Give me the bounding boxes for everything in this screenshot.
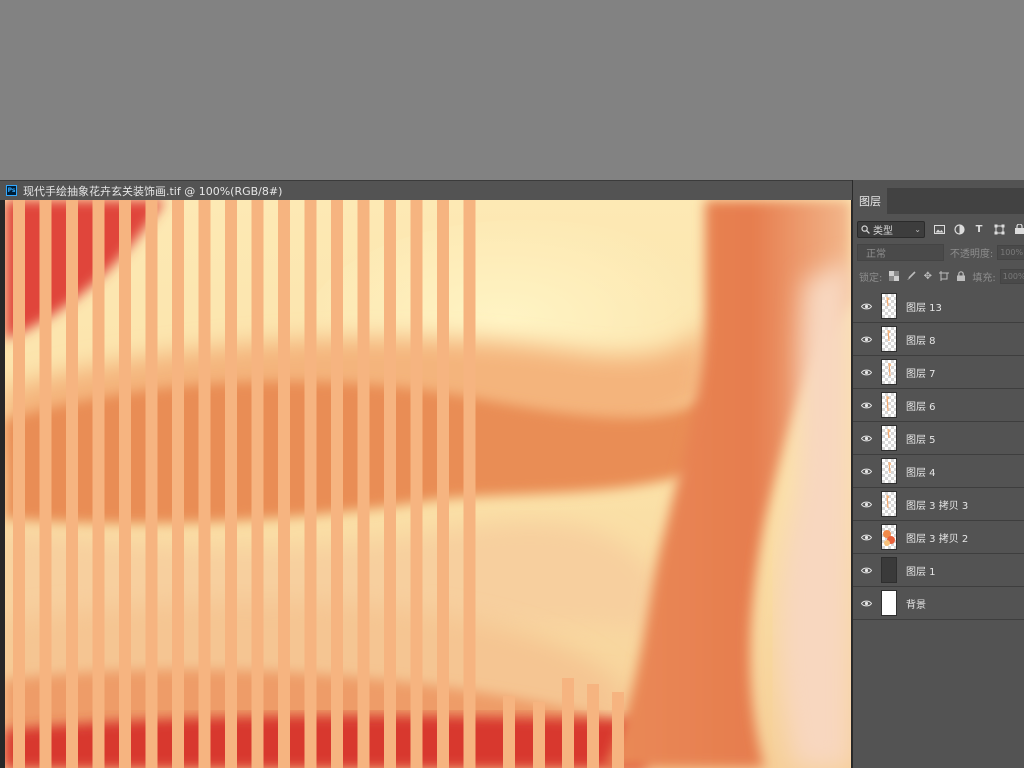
- visibility-eye-icon[interactable]: [853, 468, 879, 475]
- layer-thumbnail[interactable]: [881, 590, 897, 616]
- panel-tab-bar: 图层: [853, 188, 1024, 214]
- layer-thumbnail[interactable]: [881, 491, 897, 517]
- canvas[interactable]: [5, 200, 851, 768]
- layer-name: 图层 3 拷贝 2: [906, 533, 969, 545]
- layer-row[interactable]: 图层 3 拷贝 2: [853, 521, 1024, 554]
- layer-row[interactable]: 图层 3 拷贝 3: [853, 488, 1024, 521]
- layer-name: 图层 8: [906, 335, 936, 347]
- lock-row: 锁定: ✥ 填充: 100%: [853, 266, 1024, 286]
- visibility-eye-icon[interactable]: [853, 303, 879, 310]
- stripe: [562, 678, 574, 768]
- stripe: [278, 200, 290, 768]
- visibility-eye-icon[interactable]: [853, 501, 879, 508]
- layers-panel: 图层 类型 ⌄ T 正常 不透明度: 100% 锁定: ✥ 填充: 100% 图…: [852, 180, 1024, 768]
- stripe: [304, 200, 317, 768]
- stripe: [13, 200, 25, 768]
- lock-label: 锁定:: [859, 272, 883, 284]
- visibility-eye-icon[interactable]: [853, 435, 879, 442]
- stripe: [39, 200, 52, 768]
- stripe: [437, 200, 449, 768]
- layer-name: 图层 4: [906, 467, 936, 479]
- layer-filter-row: 类型 ⌄ T: [853, 218, 1024, 240]
- stripe: [145, 200, 158, 768]
- layer-name: 背景: [906, 599, 926, 611]
- document-window: Ps 现代手绘抽象花卉玄关装饰画.tif @ 100%(RGB/8#): [0, 180, 852, 768]
- lock-move-icon[interactable]: ✥: [923, 271, 932, 282]
- layer-name: 图层 5: [906, 434, 936, 446]
- lock-brush-icon[interactable]: [906, 271, 916, 282]
- visibility-eye-icon[interactable]: [853, 402, 879, 409]
- adjustment-icon[interactable]: [953, 223, 965, 235]
- layer-row[interactable]: 图层 5: [853, 422, 1024, 455]
- layer-row[interactable]: 图层 13: [853, 290, 1024, 323]
- stripe: [410, 200, 423, 768]
- layer-thumbnail[interactable]: [881, 359, 897, 385]
- stripe: [225, 200, 237, 768]
- layer-thumbnail[interactable]: [881, 557, 897, 583]
- document-title: 现代手绘抽象花卉玄关装饰画.tif @ 100%(RGB/8#): [23, 184, 283, 198]
- stripe: [119, 200, 131, 768]
- shape-icon[interactable]: [993, 223, 1005, 235]
- stripe: [198, 200, 211, 768]
- layer-name: 图层 1: [906, 566, 936, 578]
- search-icon: [861, 224, 870, 234]
- visibility-eye-icon[interactable]: [853, 600, 879, 607]
- photoshop-icon: Ps: [6, 185, 17, 196]
- layer-thumbnail[interactable]: [881, 326, 897, 352]
- artwork: [5, 200, 851, 768]
- stripe: [612, 692, 624, 768]
- visibility-eye-icon[interactable]: [853, 336, 879, 343]
- layer-row[interactable]: 图层 6: [853, 389, 1024, 422]
- layer-thumbnail[interactable]: [881, 293, 897, 319]
- image-icon[interactable]: [933, 223, 945, 235]
- stripe: [251, 200, 264, 768]
- blend-row: 正常 不透明度: 100%: [853, 242, 1024, 262]
- document-tab[interactable]: Ps 现代手绘抽象花卉玄关装饰画.tif @ 100%(RGB/8#): [0, 180, 852, 200]
- smart-object-icon[interactable]: [1013, 223, 1024, 235]
- stripe: [66, 200, 78, 768]
- layer-thumbnail[interactable]: [881, 458, 897, 484]
- blend-mode-select[interactable]: 正常: [857, 243, 944, 261]
- opacity-label: 不透明度:: [949, 248, 994, 260]
- opacity-field[interactable]: 100%: [997, 244, 1024, 260]
- filter-label: 类型: [873, 225, 893, 237]
- layer-row[interactable]: 背景: [853, 587, 1024, 620]
- photoshop-workspace: Ps 现代手绘抽象花卉玄关装饰画.tif @ 100%(RGB/8#) 图层 类…: [0, 0, 1024, 768]
- layer-thumbnail[interactable]: [881, 425, 897, 451]
- layer-name: 图层 3 拷贝 3: [906, 500, 969, 512]
- stripe: [533, 702, 545, 768]
- visibility-eye-icon[interactable]: [853, 369, 879, 376]
- stripe: [92, 200, 105, 768]
- stripe: [172, 200, 184, 768]
- type-icon[interactable]: T: [973, 223, 985, 235]
- lock-all-icon[interactable]: [956, 271, 966, 282]
- layer-name: 图层 6: [906, 401, 936, 413]
- layer-row[interactable]: 图层 8: [853, 323, 1024, 356]
- layer-row[interactable]: 图层 1: [853, 554, 1024, 587]
- layer-name: 图层 13: [906, 302, 942, 314]
- layer-thumbnail[interactable]: [881, 392, 897, 418]
- fill-field[interactable]: 100%: [999, 268, 1024, 284]
- stripe: [503, 696, 515, 768]
- fill-label: 填充:: [972, 272, 996, 284]
- stripe: [331, 200, 343, 768]
- visibility-eye-icon[interactable]: [853, 567, 879, 574]
- stripe: [357, 200, 370, 768]
- layer-name: 图层 7: [906, 368, 936, 380]
- layer-filter-select[interactable]: 类型 ⌄: [857, 220, 925, 238]
- lock-artboard-icon[interactable]: [939, 271, 950, 282]
- layer-thumbnail[interactable]: [881, 524, 897, 550]
- layer-row[interactable]: 图层 7: [853, 356, 1024, 389]
- stripe: [384, 200, 396, 768]
- lock-transparent-icon[interactable]: [889, 271, 900, 282]
- layer-list: 图层 13 图层 8 图层 7 图层 6 图层 5 图层 4 图层 3 拷贝 3 图层 3 拷…: [853, 290, 1024, 620]
- tab-layers[interactable]: 图层: [853, 188, 887, 214]
- visibility-eye-icon[interactable]: [853, 534, 879, 541]
- stripe: [463, 200, 476, 768]
- chevron-down-icon: ⌄: [914, 224, 921, 234]
- layer-row[interactable]: 图层 4: [853, 455, 1024, 488]
- stripe: [587, 684, 599, 768]
